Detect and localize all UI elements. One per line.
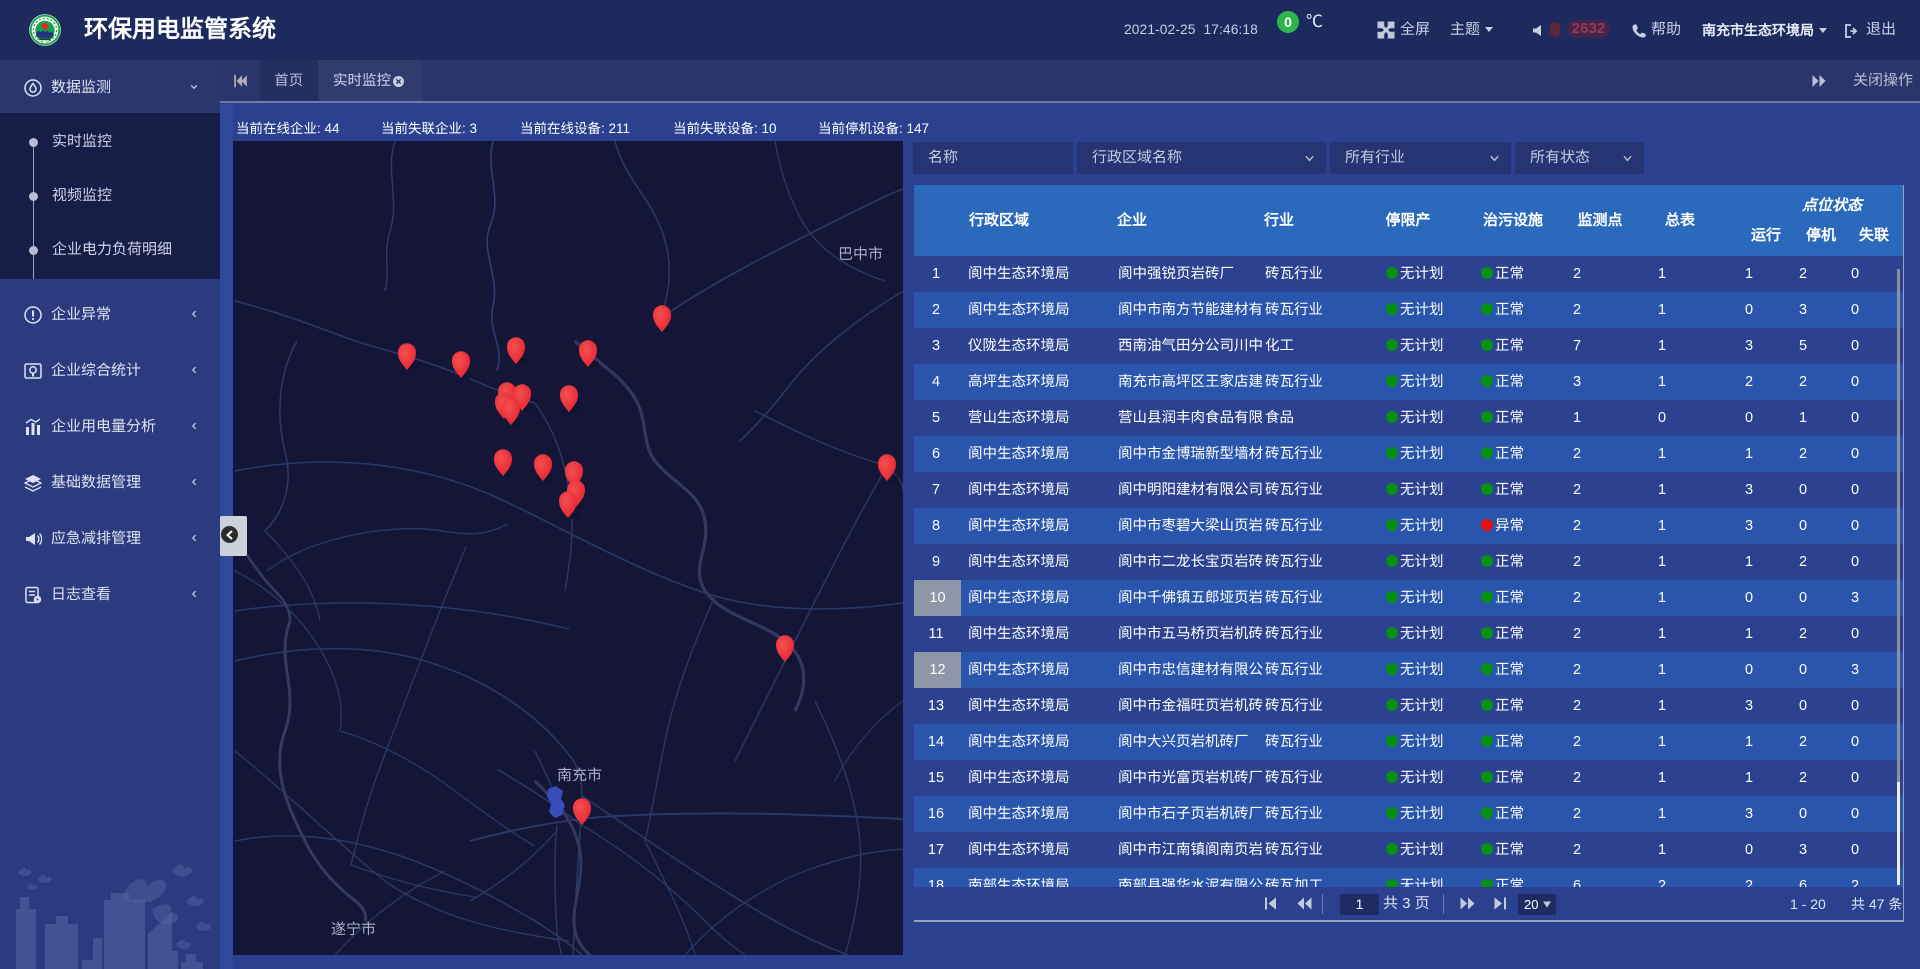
svg-text:南充市: 南充市 xyxy=(557,767,602,784)
svg-text:巴中市: 巴中市 xyxy=(838,246,883,263)
svg-text:遂宁市: 遂宁市 xyxy=(331,921,376,938)
